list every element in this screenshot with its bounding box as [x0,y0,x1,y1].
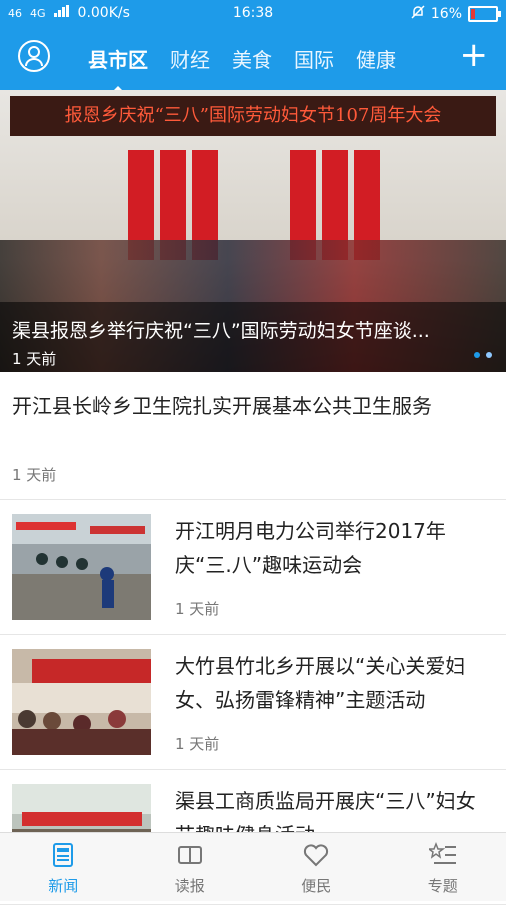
heart-icon [302,841,330,869]
news-time: 1 天前 [175,733,219,754]
list-item[interactable]: 开江明月电力公司举行2017年庆“三.八”趣味运动会 1 天前 [0,500,506,635]
topics-icon [429,841,457,869]
top-bar: 46 4G 0.00K/s 16:38 16% 县市区 财经 美食 国际 健康 [0,0,506,90]
channel-nav: 县市区 财经 美食 国际 健康 + [0,30,506,88]
bottom-tab-topics[interactable]: 专题 [380,833,506,901]
hero-title[interactable]: 渠县报恩乡举行庆祝“三八”国际劳动妇女节座谈... [12,316,496,343]
bottom-tab-label: 便民 [253,875,380,896]
carousel-indicator [474,352,492,358]
headline-carousel[interactable]: 报恩乡庆祝“三八”国际劳动妇女节107周年大会 渠县报恩乡举行庆祝“三八”国际劳… [0,90,506,372]
battery-icon [468,6,498,22]
user-avatar-icon[interactable] [18,40,50,72]
battery-percent: 16% [431,6,462,22]
news-title: 大竹县竹北乡开展以“关心关爱妇女、弘扬雷锋精神”主题活动 [175,649,495,717]
tab-finance[interactable]: 财经 [170,44,210,73]
bottom-tab-label: 专题 [380,875,506,896]
tab-food[interactable]: 美食 [232,44,272,73]
news-thumbnail [12,649,151,755]
list-item[interactable]: 大竹县竹北乡开展以“关心关爱妇女、弘扬雷锋精神”主题活动 1 天前 [0,635,506,770]
reader-icon [176,841,204,869]
add-channel-button[interactable]: + [460,38,489,72]
news-time: 1 天前 [175,598,219,619]
hero-time: 1 天前 [12,348,56,369]
carousel-dot [486,352,492,358]
news-time: 1 天前 [12,464,56,485]
hero-photo-banner: 报恩乡庆祝“三八”国际劳动妇女节107周年大会 [10,96,496,136]
status-bar: 46 4G 0.00K/s 16:38 16% [0,0,506,28]
news-thumbnail [12,514,151,620]
mute-icon [411,5,425,23]
carousel-dot [474,352,480,358]
tab-international[interactable]: 国际 [294,44,334,73]
bottom-tab-services[interactable]: 便民 [253,833,380,901]
bottom-tab-news[interactable]: 新闻 [0,833,127,901]
bottom-tab-label: 读报 [127,875,254,896]
bottom-tab-label: 新闻 [0,875,127,896]
news-title: 开江县长岭乡卫生院扎实开展基本公共卫生服务 [12,390,432,419]
channel-tabs: 县市区 财经 美食 国际 健康 [88,44,418,73]
tab-health[interactable]: 健康 [356,44,396,73]
bottom-navigation: 新闻 读报 便民 专题 [0,832,506,901]
clock: 16:38 [233,5,273,21]
tab-county[interactable]: 县市区 [88,44,148,73]
newspaper-icon [49,841,77,869]
news-title: 开江明月电力公司举行2017年庆“三.八”趣味运动会 [175,514,495,582]
list-item[interactable]: 开江县长岭乡卫生院扎实开展基本公共卫生服务 1 天前 [0,372,506,500]
bottom-tab-reader[interactable]: 读报 [127,833,254,901]
